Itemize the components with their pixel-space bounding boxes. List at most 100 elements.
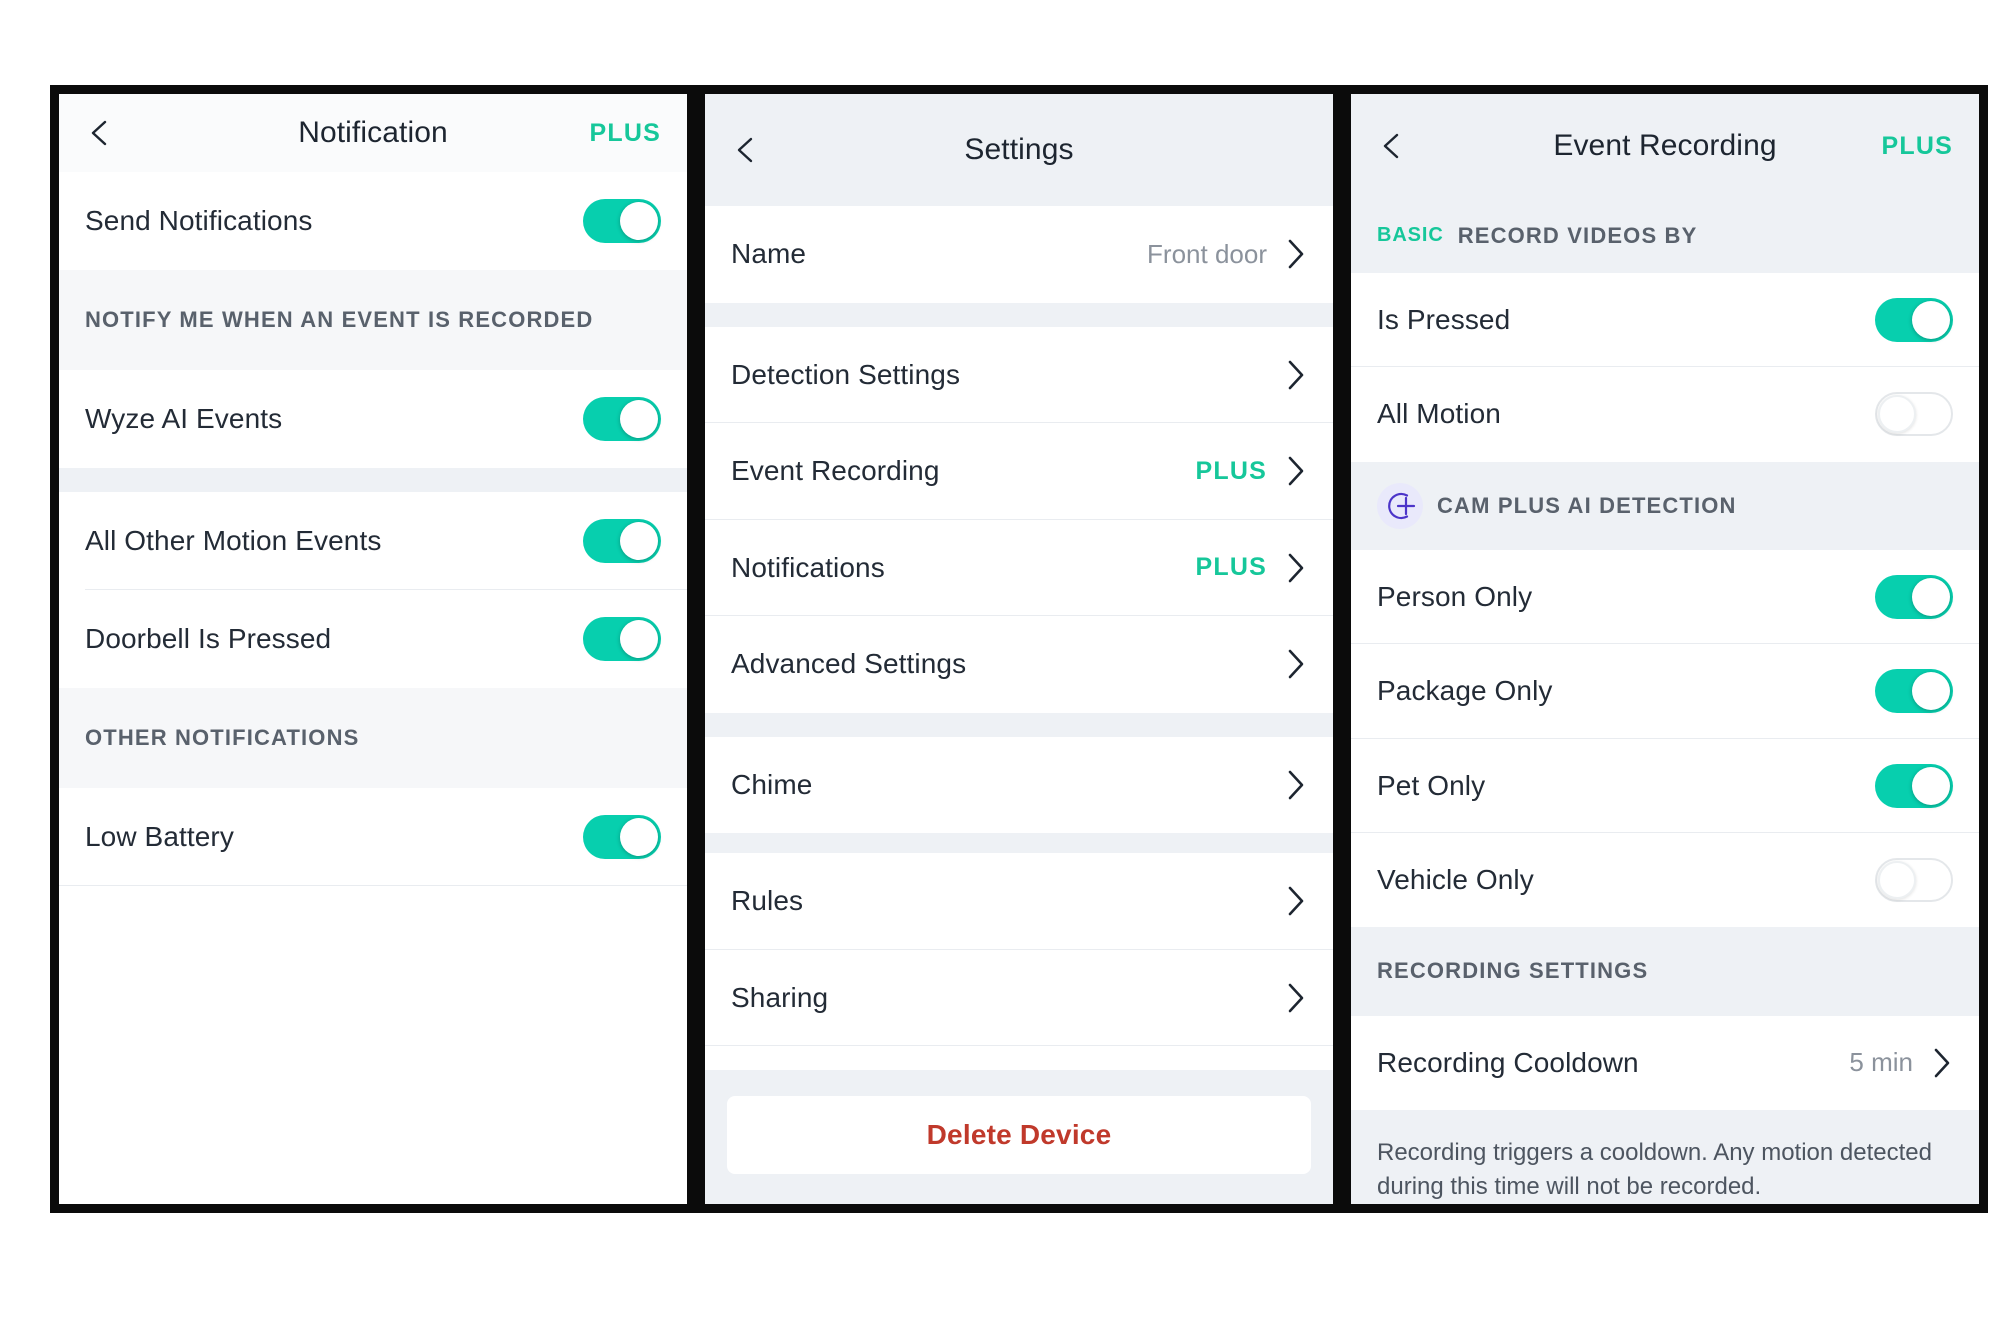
cam-plus-icon: [1377, 482, 1423, 529]
toggle-vehicle-only[interactable]: [1875, 857, 1953, 902]
row-label: Person Only: [1377, 581, 1533, 613]
toggle-is-pressed[interactable]: [1875, 298, 1953, 343]
row-package-only[interactable]: Package Only: [1351, 644, 1979, 739]
section-header-record-videos-by: BASIC RECORD VIDEOS BY: [1351, 198, 1979, 274]
row-all-motion[interactable]: All Motion: [1351, 367, 1979, 462]
section-title: NOTIFY ME WHEN AN EVENT IS RECORDED: [85, 307, 594, 332]
row-all-other-motion-events[interactable]: All Other Motion Events: [59, 492, 687, 590]
row-event-recording[interactable]: Event Recording PLUS: [705, 423, 1333, 520]
chevron-right-icon: [1285, 768, 1307, 802]
toggle-knob: [1912, 672, 1950, 711]
toggle-knob: [1878, 860, 1916, 899]
row-controls: [1875, 857, 1953, 902]
row-label: All Other Motion Events: [85, 525, 382, 556]
row-label: Wyze AI Events: [85, 403, 283, 434]
toggle-package-only[interactable]: [1875, 669, 1953, 714]
row-controls: [1285, 981, 1307, 1015]
toggle-wyze-ai-events[interactable]: [583, 397, 661, 441]
row-label: All Motion: [1377, 398, 1501, 430]
row-advanced-settings[interactable]: Advanced Settings: [705, 616, 1333, 713]
toggle-send-notifications[interactable]: [583, 199, 661, 243]
section-header-notify-when-recorded: NOTIFY ME WHEN AN EVENT IS RECORDED: [59, 270, 687, 370]
row-controls: [1875, 763, 1953, 808]
row-controls: [1285, 884, 1307, 918]
event-recording-list: BASIC RECORD VIDEOS BY Is Pressed All Mo…: [1351, 198, 1979, 1204]
chevron-right-icon: [1285, 884, 1307, 918]
toggle-all-other-motion-events[interactable]: [583, 519, 661, 563]
row-wyze-ai-events[interactable]: Wyze AI Events: [59, 370, 687, 468]
chevron-right-icon: [1285, 647, 1307, 681]
row-label: Rules: [731, 885, 804, 917]
toggle-all-motion[interactable]: [1875, 392, 1953, 437]
chevron-left-icon[interactable]: [85, 118, 115, 148]
section-header-other-notifications: OTHER NOTIFICATIONS: [59, 688, 687, 788]
navbar-notification: Notification PLUS: [59, 94, 687, 172]
plus-badge[interactable]: PLUS: [1882, 132, 1953, 161]
toggle-person-only[interactable]: [1875, 575, 1953, 620]
toggle-knob: [620, 818, 658, 856]
toggle-knob: [620, 620, 658, 658]
toggle-knob: [620, 202, 658, 240]
toggle-low-battery[interactable]: [583, 815, 661, 859]
row-controls: [583, 617, 661, 661]
row-controls: [1285, 358, 1307, 392]
chevron-right-icon: [1931, 1046, 1953, 1080]
delete-device-area: Delete Device: [705, 1070, 1333, 1204]
row-controls: PLUS: [1196, 454, 1307, 488]
section-title: RECORDING SETTINGS: [1377, 958, 1649, 984]
row-controls: [583, 199, 661, 243]
row-label: Detection Settings: [731, 358, 961, 390]
toggle-knob: [1878, 395, 1916, 434]
row-controls: [1285, 768, 1307, 802]
row-controls: [1875, 669, 1953, 714]
row-rules[interactable]: Rules: [705, 853, 1333, 950]
row-sharing[interactable]: Sharing: [705, 949, 1333, 1046]
row-recording-cooldown[interactable]: Recording Cooldown 5 min: [1351, 1015, 1979, 1110]
row-label: Recording Cooldown: [1377, 1046, 1639, 1078]
toggle-pet-only[interactable]: [1875, 763, 1953, 808]
toggle-knob: [1912, 578, 1950, 617]
section-title: OTHER NOTIFICATIONS: [85, 725, 360, 750]
row-send-notifications[interactable]: Send Notifications: [59, 172, 687, 270]
list-gap: [705, 712, 1333, 737]
row-pet-only[interactable]: Pet Only: [1351, 738, 1979, 834]
row-controls: 5 min: [1849, 1046, 1953, 1080]
row-controls: [1285, 647, 1307, 681]
row-controls: Front door: [1147, 237, 1307, 271]
section-header-recording-settings: RECORDING SETTINGS: [1351, 927, 1979, 1016]
phone-screen-settings: Settings Name Front door Detection Setti…: [696, 85, 1342, 1213]
chevron-right-icon: [1285, 237, 1307, 271]
row-person-only[interactable]: Person Only: [1351, 550, 1979, 645]
row-controls: [583, 519, 661, 563]
row-controls: [1875, 298, 1953, 343]
chevron-left-icon[interactable]: [731, 135, 761, 165]
plus-badge[interactable]: PLUS: [590, 119, 661, 148]
row-label: Event Recording: [731, 455, 940, 487]
row-label: Low Battery: [85, 821, 234, 852]
row-label: Vehicle Only: [1377, 863, 1534, 895]
row-detection-settings[interactable]: Detection Settings: [705, 326, 1333, 423]
navbar-event-recording: Event Recording PLUS: [1351, 94, 1979, 198]
chevron-right-icon: [1285, 454, 1307, 488]
delete-device-button[interactable]: Delete Device: [727, 1096, 1311, 1174]
screenshot-canvas: Notification PLUS Send Notifications NOT…: [0, 0, 2000, 1333]
row-name[interactable]: Name Front door: [705, 206, 1333, 303]
toggle-knob: [1912, 766, 1950, 805]
section-title: RECORD VIDEOS BY: [1457, 222, 1698, 248]
chevron-right-icon: [1285, 358, 1307, 392]
row-label: Send Notifications: [85, 205, 313, 236]
row-label: Name: [731, 238, 807, 270]
phone-screen-event-recording: Event Recording PLUS BASIC RECORD VIDEOS…: [1342, 85, 1988, 1213]
row-low-battery[interactable]: Low Battery: [59, 788, 687, 886]
row-label: Advanced Settings: [731, 648, 967, 680]
toggle-knob: [620, 522, 658, 560]
row-doorbell-is-pressed[interactable]: Doorbell Is Pressed: [59, 590, 687, 688]
row-notifications[interactable]: Notifications PLUS: [705, 519, 1333, 616]
row-is-pressed[interactable]: Is Pressed: [1351, 273, 1979, 368]
row-vehicle-only[interactable]: Vehicle Only: [1351, 832, 1979, 928]
row-label: Notifications: [731, 551, 885, 583]
row-chime[interactable]: Chime: [705, 736, 1333, 833]
chevron-left-icon[interactable]: [1377, 131, 1407, 161]
row-controls: [583, 397, 661, 441]
toggle-doorbell-is-pressed[interactable]: [583, 617, 661, 661]
